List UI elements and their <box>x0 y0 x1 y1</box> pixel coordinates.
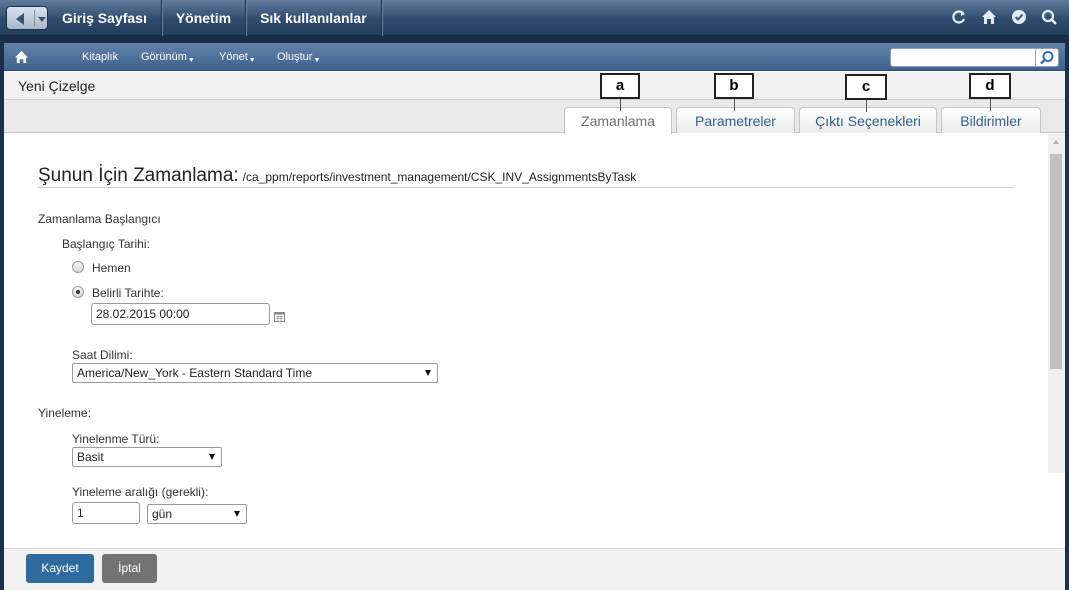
radio-specific-date[interactable] <box>72 286 84 298</box>
vertical-scrollbar[interactable] <box>1048 134 1065 473</box>
callout-label-c: c <box>845 74 887 100</box>
search-icon[interactable] <box>1041 9 1057 25</box>
callout-line <box>620 99 621 111</box>
history-dropdown-icon[interactable] <box>38 17 46 22</box>
top-menu-favorites[interactable]: Sık kullanılanlar <box>246 0 382 36</box>
menu-manage-label: Yönet <box>219 51 248 63</box>
interval-unit-value: gün <box>152 507 173 521</box>
top-menu: Giriş Sayfası Yönetim Sık kullanılanlar <box>48 0 382 36</box>
search-input[interactable] <box>890 48 1036 67</box>
repeat-type-label: Yinelenme Türü: <box>72 432 160 446</box>
scrollbar-thumb[interactable] <box>1050 154 1062 369</box>
back-navigation-button[interactable] <box>6 6 48 30</box>
timezone-label: Saat Dilimi: <box>72 348 133 362</box>
timezone-value: America/New_York - Eastern Standard Time <box>77 366 312 380</box>
scroll-up-icon[interactable] <box>1053 140 1059 144</box>
repeat-type-select[interactable]: Basit <box>72 447 222 467</box>
home-icon[interactable] <box>14 50 29 69</box>
page-title-bar: Yeni Çizelge <box>4 72 1065 100</box>
home-icon[interactable] <box>981 9 997 25</box>
chevron-down-icon <box>209 454 215 460</box>
tab-parameters[interactable]: Parametreler <box>676 107 795 133</box>
tab-schedule[interactable]: Zamanlama <box>564 107 672 134</box>
chevron-down-icon: ▼ <box>313 57 321 64</box>
callout-line <box>866 100 867 112</box>
check-icon[interactable] <box>1011 9 1027 25</box>
top-icons <box>951 9 1057 25</box>
tab-output-options[interactable]: Çıktı Seçenekleri <box>799 107 937 133</box>
menu-library-label: Kitaplık <box>82 51 119 63</box>
back-arrow-icon[interactable] <box>16 13 24 25</box>
callout-line <box>734 99 735 111</box>
tab-parameters-label: Parametreler <box>695 113 776 129</box>
menu-view[interactable]: Görünüm▼ <box>141 51 195 64</box>
tab-schedule-label: Zamanlama <box>581 113 655 129</box>
top-menu-home[interactable]: Giriş Sayfası <box>48 0 162 36</box>
start-section-label: Zamanlama Başlangıcı <box>38 212 161 226</box>
tab-notifications[interactable]: Bildirimler <box>941 107 1041 133</box>
callout-label-b: b <box>714 73 754 99</box>
menu-create-label: Oluştur <box>277 51 313 63</box>
divider <box>34 10 35 26</box>
chevron-down-icon: ▼ <box>187 57 195 64</box>
menu-library[interactable]: Kitaplık <box>82 51 118 63</box>
search-icon <box>1040 51 1054 65</box>
radio-now[interactable] <box>72 261 84 273</box>
start-date-label: Başlangıç Tarihi: <box>62 237 150 251</box>
form-heading-text: Şunun İçin Zamanlama: <box>38 165 239 186</box>
action-bar: Kaydet İptal <box>4 548 1065 590</box>
callout-line <box>990 99 991 111</box>
top-navigation-bar: Giriş Sayfası Yönetim Sık kullanılanlar <box>0 0 1069 36</box>
refresh-icon[interactable] <box>951 9 967 25</box>
tab-output-options-label: Çıktı Seçenekleri <box>815 113 921 129</box>
callout-label-d: d <box>969 73 1011 99</box>
save-button[interactable]: Kaydet <box>26 554 94 583</box>
interval-input[interactable]: 1 <box>72 502 140 524</box>
radio-now-label: Hemen <box>92 261 131 275</box>
callout-label-a: a <box>600 73 640 99</box>
start-date-input[interactable]: 28.02.2015 00:00 <box>91 303 270 325</box>
search-field <box>890 48 1060 67</box>
timezone-select[interactable]: America/New_York - Eastern Standard Time <box>72 363 438 383</box>
cancel-button[interactable]: İptal <box>102 554 157 583</box>
interval-label: Yineleme aralığı (gerekli): <box>72 485 209 499</box>
repeat-type-value: Basit <box>77 450 104 464</box>
divider <box>38 187 1014 188</box>
menu-manage[interactable]: Yönet▼ <box>219 51 256 64</box>
repeat-section-label: Yineleme: <box>38 406 91 420</box>
page-title: Yeni Çizelge <box>18 78 96 94</box>
tab-bar: Zamanlama Parametreler Çıktı Seçenekleri… <box>4 100 1065 134</box>
radio-specific-date-label: Belirli Tarihte: <box>92 286 164 300</box>
menu-bar: Kitaplık Görünüm▼ Yönet▼ Oluştur▼ <box>4 43 1065 71</box>
application-window: Kitaplık Görünüm▼ Yönet▼ Oluştur▼ Yeni Ç… <box>4 43 1065 590</box>
chevron-down-icon: ▼ <box>248 57 256 64</box>
schedule-form: Şunun İçin Zamanlama:/ca_ppm/reports/inv… <box>4 134 1048 548</box>
calendar-icon[interactable] <box>274 309 285 327</box>
top-menu-administration[interactable]: Yönetim <box>162 0 247 36</box>
tab-notifications-label: Bildirimler <box>960 113 1022 129</box>
form-heading: Şunun İçin Zamanlama:/ca_ppm/reports/inv… <box>38 165 636 187</box>
menu-view-label: Görünüm <box>141 51 187 63</box>
menu-create[interactable]: Oluştur▼ <box>277 51 320 64</box>
chevron-down-icon <box>425 370 431 376</box>
search-button[interactable] <box>1035 48 1059 67</box>
interval-unit-select[interactable]: gün <box>147 504 247 524</box>
report-path: /ca_ppm/reports/investment_management/CS… <box>242 170 637 184</box>
chevron-down-icon <box>234 511 240 517</box>
